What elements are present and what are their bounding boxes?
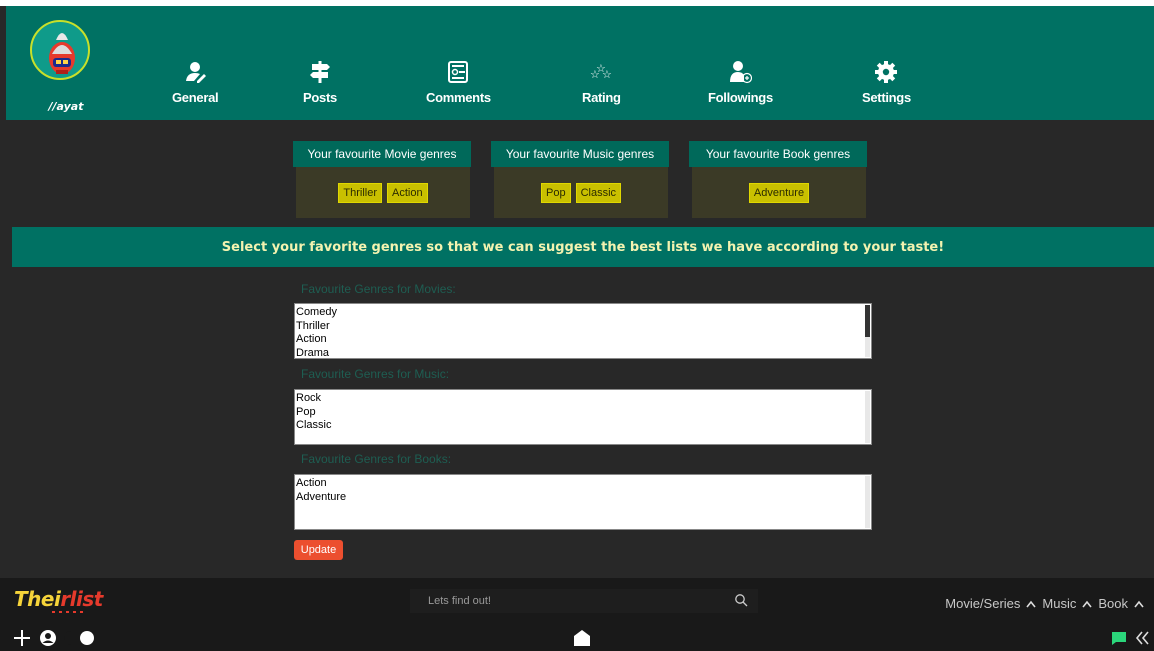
books-genre-select[interactable]: Action Adventure (294, 474, 872, 530)
user-edit-icon (183, 60, 207, 84)
books-field-label: Favourite Genres for Books: (301, 452, 452, 466)
nav-label: Settings (862, 90, 911, 105)
card-tags: Adventure (692, 167, 866, 218)
chevron-up-icon (1134, 600, 1144, 607)
select-option[interactable]: Comedy (296, 306, 870, 320)
nav-followings[interactable]: Followings (708, 60, 773, 110)
music-genre-select[interactable]: Rock Pop Classic (294, 389, 872, 445)
svg-text:☆: ☆ (602, 68, 612, 81)
nav-general[interactable]: General (172, 60, 219, 110)
nav-settings[interactable]: Settings (862, 60, 911, 110)
category-music[interactable]: Music (1042, 596, 1092, 611)
scrollbar[interactable] (865, 391, 870, 443)
category-nav: Movie/Series Music Book (945, 596, 1144, 611)
select-option[interactable]: Pop (296, 406, 870, 420)
scrollbar[interactable] (865, 305, 870, 357)
music-field-label: Favourite Genres for Music: (301, 367, 450, 381)
footer: Theirlist Movie/Series Music Book (0, 578, 1154, 651)
update-button[interactable]: Update (294, 540, 343, 560)
select-option[interactable]: Classic (296, 419, 870, 433)
movies-field-label: Favourite Genres for Movies: (301, 282, 456, 296)
card-title: Your favourite Book genres (689, 141, 867, 167)
select-option[interactable]: Thriller (296, 320, 870, 334)
nav-posts[interactable]: Posts (303, 60, 337, 110)
home-icon[interactable] (573, 629, 591, 647)
genre-tag: Thriller (338, 182, 383, 203)
username: //ayat (48, 100, 84, 113)
category-label: Book (1098, 596, 1128, 611)
plus-icon[interactable] (12, 628, 32, 648)
genre-tag: Classic (575, 182, 622, 203)
comments-icon (446, 60, 470, 84)
genre-tag: Action (387, 182, 428, 203)
theme-toggle[interactable] (64, 631, 94, 645)
info-banner: Select your favorite genres so that we c… (12, 227, 1154, 267)
category-label: Music (1042, 596, 1077, 611)
scrollbar[interactable] (865, 476, 870, 528)
select-option[interactable]: Rock (296, 392, 870, 406)
select-option[interactable]: Action (296, 333, 870, 347)
collapse-icon[interactable] (1134, 630, 1150, 646)
select-option[interactable]: Adventure (296, 491, 870, 505)
signpost-icon (308, 60, 332, 84)
nav-label: Followings (708, 90, 773, 105)
book-genres-card: Your favourite Book genres Adventure (689, 141, 867, 218)
account-icon[interactable] (39, 629, 57, 647)
avatar[interactable] (30, 20, 90, 80)
nav-label: Rating (582, 90, 621, 105)
user-plus-icon (728, 60, 753, 84)
svg-text:Theirlist: Theirlist (14, 587, 105, 611)
search-input[interactable] (428, 595, 708, 607)
select-option[interactable]: Action (296, 477, 870, 491)
search-icon[interactable] (734, 592, 748, 611)
toggle-knob (80, 631, 94, 645)
search-bar[interactable] (410, 589, 758, 613)
card-tags: Thriller Action (296, 167, 470, 218)
card-title: Your favourite Movie genres (293, 141, 471, 167)
category-label: Movie/Series (945, 596, 1021, 611)
theirlist-logo[interactable]: Theirlist (14, 586, 124, 621)
genre-tag: Pop (540, 182, 571, 203)
card-title: Your favourite Music genres (491, 141, 669, 167)
chevron-up-icon (1082, 600, 1092, 607)
scrollbar-thumb[interactable] (865, 305, 870, 337)
nav-rating[interactable]: ☆ ☆ ☆ Rating (582, 60, 621, 110)
chat-icon[interactable] (1111, 630, 1127, 646)
nav-label: Posts (303, 90, 337, 105)
chevron-up-icon (1026, 600, 1037, 607)
genre-tag: Adventure (748, 182, 810, 203)
select-option[interactable]: Drama (296, 347, 870, 359)
stars-icon: ☆ ☆ ☆ (589, 60, 613, 84)
category-movies[interactable]: Movie/Series (945, 596, 1037, 611)
music-genres-card: Your favourite Music genres Pop Classic (491, 141, 669, 218)
category-book[interactable]: Book (1098, 596, 1144, 611)
bottom-toolbar (0, 625, 1154, 651)
nav-label: Comments (426, 90, 491, 105)
movies-genre-select[interactable]: Comedy Thriller Action Drama (294, 303, 872, 359)
gear-icon (874, 60, 898, 84)
movie-genres-card: Your favourite Movie genres Thriller Act… (293, 141, 471, 218)
card-tags: Pop Classic (494, 167, 668, 218)
nav-comments[interactable]: Comments (426, 60, 491, 110)
nav-label: General (172, 90, 219, 105)
